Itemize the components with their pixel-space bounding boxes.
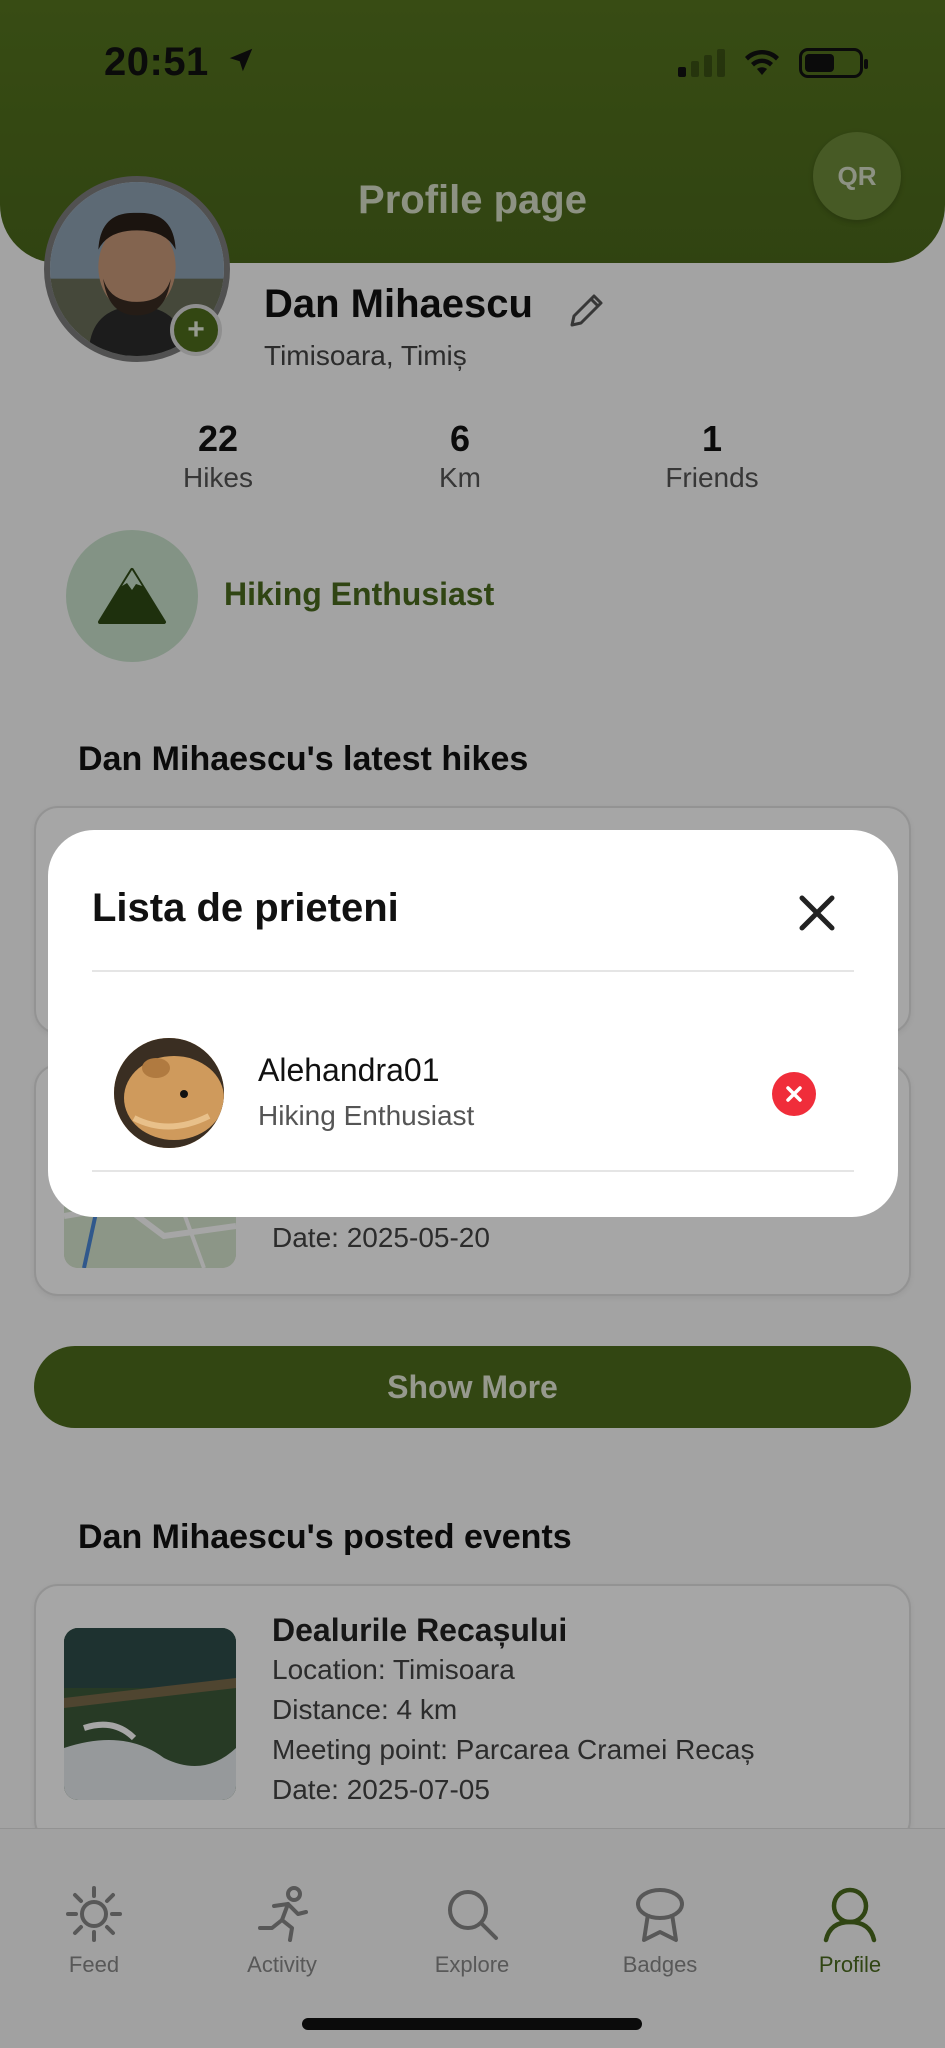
modal-title: Lista de prieteni [92, 886, 399, 930]
divider [92, 1170, 854, 1172]
close-icon[interactable] [794, 890, 840, 936]
close-icon [786, 1086, 802, 1102]
friend-title: Hiking Enthusiast [258, 1100, 475, 1131]
profile-screen: 20:51 Profile page QR + Dan Mihaescu Tim… [0, 0, 945, 2048]
friend-avatar[interactable] [114, 1038, 224, 1148]
remove-friend-button[interactable] [772, 1072, 816, 1116]
friend-name[interactable]: Alehandra01 [258, 1052, 439, 1089]
friends-list-modal: Lista de prieteni Alehandra01 Hiking Ent… [48, 830, 898, 1217]
divider [92, 970, 854, 972]
